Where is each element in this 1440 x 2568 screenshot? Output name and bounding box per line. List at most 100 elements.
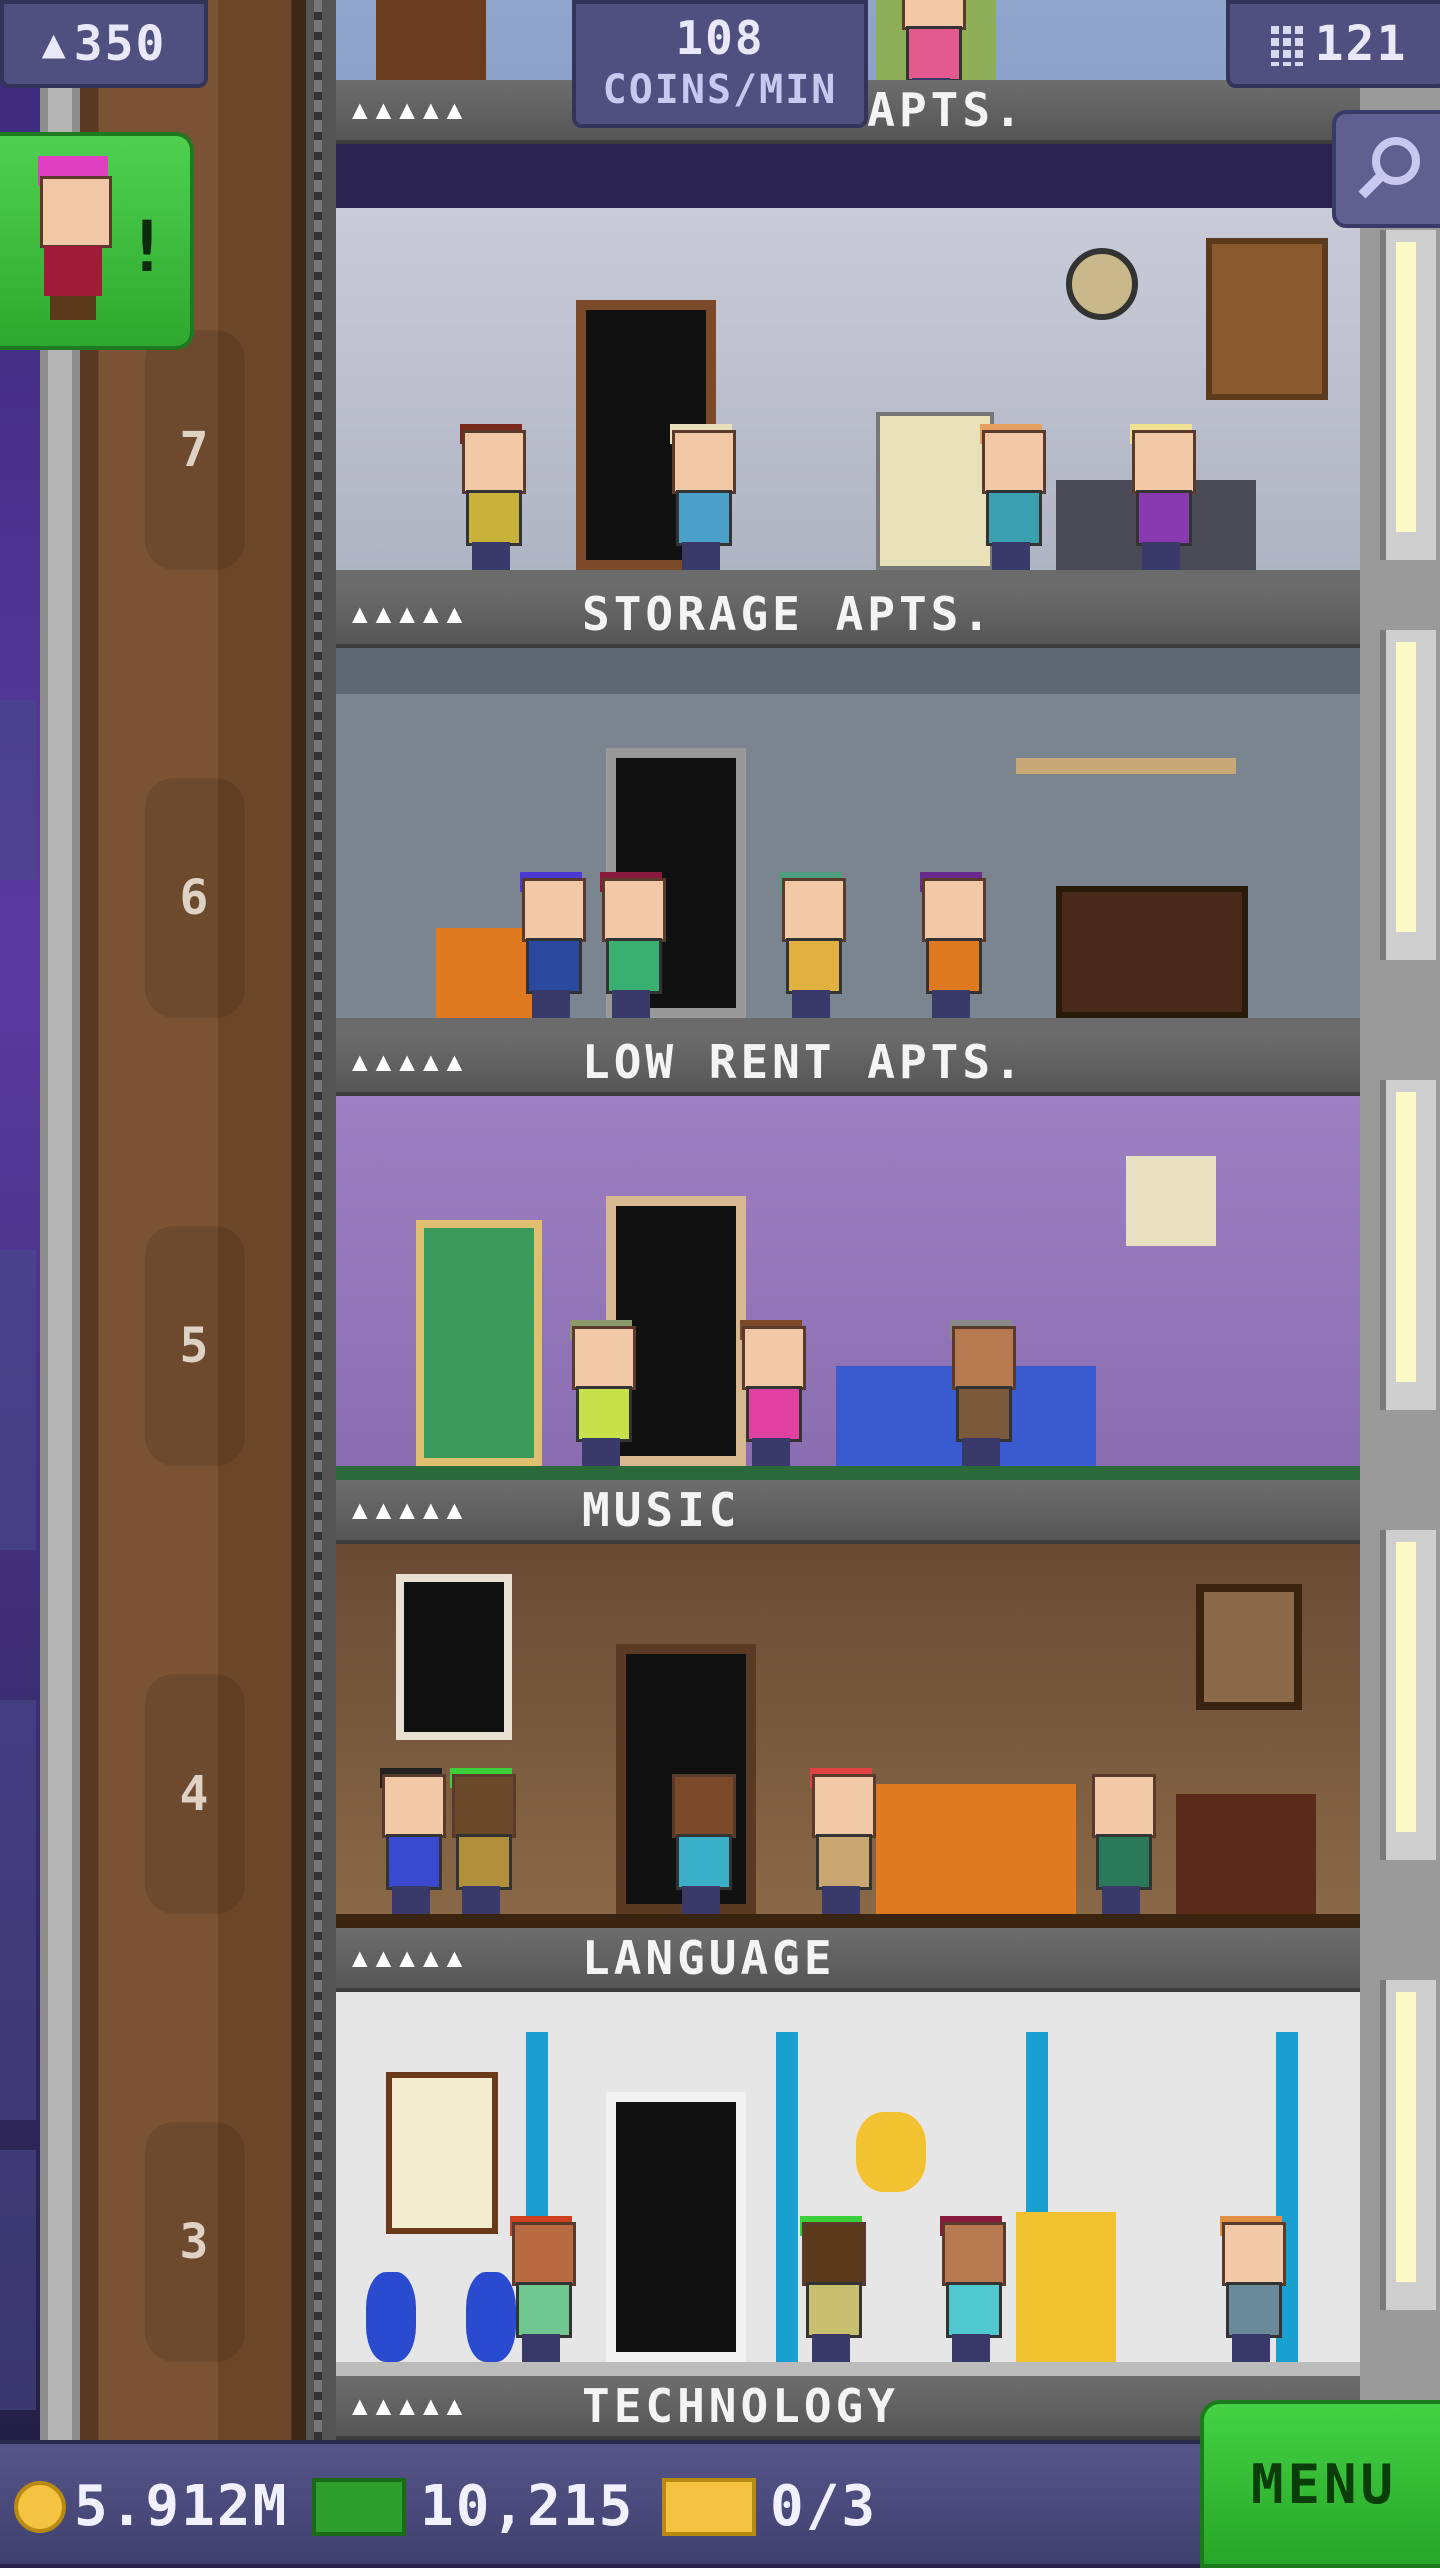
resident[interactable] (936, 2216, 1006, 2362)
floor-ground (336, 1914, 1360, 1928)
floor-title: STORAGE APTS. (582, 587, 995, 641)
floor-stars: ▲▲▲▲▲ (352, 1495, 471, 1525)
shaft-edge (306, 0, 336, 2440)
floor-stars: ▲▲▲▲▲ (352, 2391, 471, 2421)
bux-value: 10,215 (420, 2474, 635, 2539)
ticket-icon (662, 2477, 756, 2536)
resident[interactable] (596, 872, 666, 1018)
wall-poster (1126, 1156, 1216, 1246)
floor-label-bar: ▲▲▲▲▲ LANGUAGE (336, 1928, 1360, 1992)
city-background (0, 0, 40, 2440)
room-interior (336, 208, 1360, 584)
resident[interactable] (376, 1768, 446, 1914)
background-building (0, 1250, 36, 1550)
search-button[interactable] (1332, 110, 1440, 228)
coins-display[interactable]: 5.912M (14, 2474, 288, 2539)
floor-count-value: 121 (1314, 16, 1408, 72)
menu-button[interactable]: MENU (1200, 2400, 1440, 2568)
resident-alert-button[interactable]: ! (0, 132, 194, 350)
side-window (1380, 1530, 1436, 1860)
side-window (1380, 1980, 1436, 2310)
floor-bachelor-apts[interactable] (336, 144, 1360, 584)
resident[interactable] (516, 872, 586, 1018)
background-building (0, 700, 36, 880)
vase (366, 2272, 416, 2362)
resident[interactable] (736, 1320, 806, 1466)
resident[interactable] (1086, 1774, 1156, 1914)
window-blinds (1206, 238, 1328, 400)
resident[interactable] (666, 424, 736, 570)
resident[interactable] (776, 872, 846, 1018)
resident[interactable] (796, 2216, 866, 2362)
population-counter[interactable]: ▲ 350 (0, 0, 208, 88)
floor-music[interactable]: ▲▲▲▲▲ MUSIC (336, 1480, 1360, 1928)
floor-number-7: 7 (145, 330, 245, 570)
resident[interactable] (456, 424, 526, 570)
side-window (1380, 1080, 1436, 1410)
floor-title: MUSIC (582, 1483, 741, 1537)
side-window (1380, 230, 1436, 560)
floor-stars: ▲▲▲▲▲ (352, 1047, 471, 1077)
room-interior (336, 648, 1360, 1032)
green-door (416, 1220, 542, 1466)
resident[interactable] (976, 424, 1046, 570)
resident[interactable] (666, 1774, 736, 1914)
coin-rate-display[interactable]: 108 COINS/MIN (572, 0, 868, 128)
floor-number-3: 3 (145, 2122, 245, 2362)
coin-icon (14, 2480, 66, 2533)
floor-title: LOW RENT APTS. (582, 1035, 1026, 1089)
golden-ornament (856, 2112, 926, 2192)
bux-display[interactable]: 10,215 (312, 2474, 634, 2539)
background-building (0, 1700, 36, 2120)
background-building (0, 2150, 36, 2410)
coin-rate-unit: COINS/MIN (602, 67, 838, 113)
alert-mark: ! (125, 206, 170, 288)
person-icon: ▲ (41, 21, 68, 67)
bed (876, 1784, 1076, 1914)
room-interior (336, 1544, 1360, 1928)
floor-number-6: 6 (145, 778, 245, 1018)
floor-label-bar: ▲▲▲▲▲ MUSIC (336, 1480, 1360, 1544)
floor-low-rent-apts[interactable]: ▲▲▲▲▲ LOW RENT APTS. (336, 1032, 1360, 1480)
resident[interactable] (946, 1320, 1016, 1466)
floor-counter[interactable]: 121 (1226, 0, 1440, 88)
resident[interactable] (566, 1320, 636, 1466)
floor-stars: ▲▲▲▲▲ (352, 1943, 471, 1973)
bux-icon (312, 2477, 406, 2536)
resident[interactable] (1216, 2216, 1286, 2362)
floor-ground (336, 1018, 1360, 1032)
side-window (1380, 630, 1436, 960)
floor-storage-apts[interactable]: ▲▲▲▲▲ STORAGE APTS. (336, 584, 1360, 1032)
tickets-display[interactable]: 0/3 (662, 2474, 877, 2539)
room-door (606, 2092, 746, 2362)
floor-label-bar: ▲▲▲▲▲ LOW RENT APTS. (336, 1032, 1360, 1096)
population-value: 350 (73, 16, 167, 72)
resident[interactable] (1126, 424, 1196, 570)
coin-rate-value: 108 (675, 11, 765, 65)
floor-ground (336, 2362, 1360, 2376)
floor-language[interactable]: ▲▲▲▲▲ LANGUAGE (336, 1928, 1360, 2376)
resident[interactable] (506, 2216, 576, 2362)
tv-cabinet (1056, 886, 1248, 1018)
wall-scroll (386, 2072, 498, 2234)
floor-stars: ▲▲▲▲▲ (352, 95, 471, 125)
floor-ground (336, 1466, 1360, 1480)
shaft-rail (40, 0, 80, 2440)
window (396, 1574, 512, 1740)
floor-title: TECHNOLOGY (582, 2379, 899, 2433)
alert-resident-avatar (30, 156, 120, 326)
floor-number-5: 5 (145, 1226, 245, 1466)
resident[interactable] (916, 872, 986, 1018)
resident[interactable] (446, 1768, 516, 1914)
shelf (1016, 758, 1236, 774)
room-interior (336, 1992, 1360, 2376)
resident[interactable] (806, 1768, 876, 1914)
floor-title: LANGUAGE (582, 1931, 836, 1985)
coins-value: 5.912M (74, 2474, 289, 2539)
wall-painting (1196, 1584, 1302, 1710)
search-icon (1358, 137, 1420, 199)
dartboard (1066, 248, 1138, 320)
floor-building-icon (1266, 22, 1303, 66)
floor-label-bar: ▲▲▲▲▲ STORAGE APTS. (336, 584, 1360, 648)
pillar (776, 2032, 798, 2372)
